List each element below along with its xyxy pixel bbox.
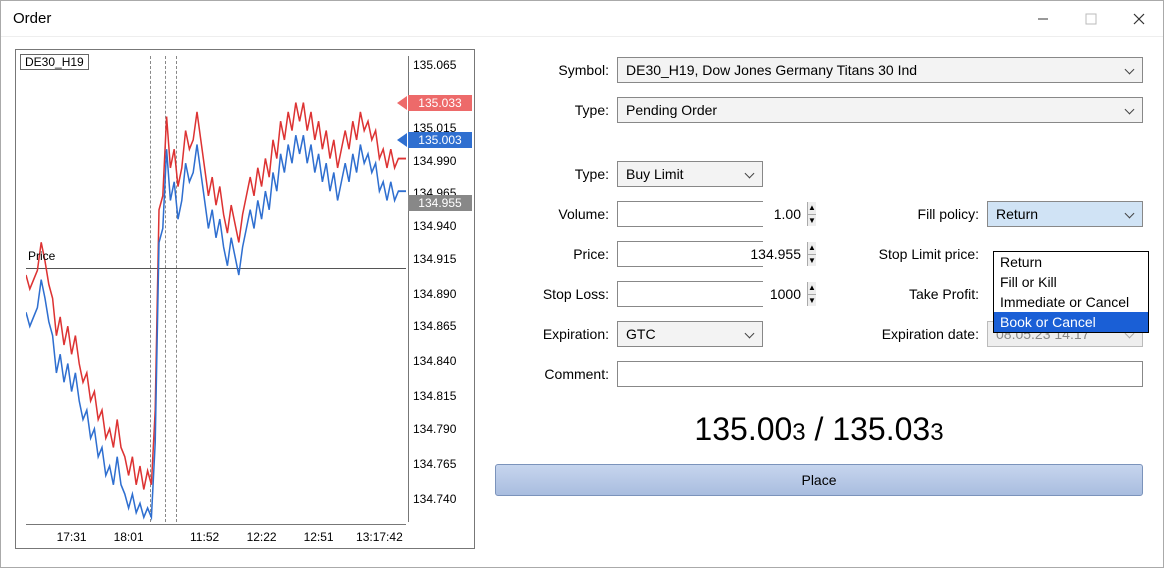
quote-display: 135.003 / 135.033 [495, 411, 1143, 448]
window-controls [1019, 1, 1163, 36]
maximize-icon [1085, 13, 1097, 25]
fillpolicy-combo[interactable]: Return [987, 201, 1143, 227]
chevron-down-icon [1124, 64, 1136, 76]
content: DE30_H19 Price 135.033 [1, 37, 1163, 567]
symbol-combo[interactable]: DE30_H19, Dow Jones Germany Titans 30 In… [617, 57, 1143, 83]
ask-marker-arrow [397, 96, 407, 110]
ordertype-value: Pending Order [626, 102, 717, 118]
plot-area[interactable]: Price 135.033 135.003 134.955 [26, 56, 406, 522]
fillpolicy-option-return[interactable]: Return [994, 252, 1148, 272]
subtype-combo[interactable]: Buy Limit [617, 161, 763, 187]
comment-input[interactable] [617, 361, 1143, 387]
stoploss-label: Stop Loss: [495, 286, 617, 302]
price-label: Price: [495, 246, 617, 262]
ytick: 134.990 [413, 154, 456, 168]
ytick: 134.890 [413, 287, 456, 301]
chart-series-label: DE30_H19 [20, 54, 89, 70]
ytick: 134.915 [413, 252, 456, 266]
volume-label: Volume: [495, 206, 617, 222]
expiration-combo[interactable]: GTC [617, 321, 763, 347]
bid-sub: 3 [792, 419, 805, 446]
axis-y: 135.065 135.015 134.990 134.965 134.940 … [408, 56, 474, 522]
chart-svg [26, 56, 406, 522]
order-window: Order DE30_H19 Price [0, 0, 1164, 568]
symbol-value: DE30_H19, Dow Jones Germany Titans 30 In… [626, 62, 917, 78]
bid-marker-arrow [397, 133, 407, 147]
ytick: 134.840 [413, 354, 456, 368]
ask-marker: 135.033 [408, 95, 472, 111]
titlebar: Order [1, 1, 1163, 37]
ytick: 134.865 [413, 319, 456, 333]
chevron-down-icon [744, 328, 756, 340]
xtick: 17:31 [57, 530, 87, 544]
chart-line-bid [26, 135, 406, 517]
xtick: 12:22 [247, 530, 277, 544]
price-input[interactable]: ▲ ▼ [617, 241, 763, 267]
fillpolicy-option-ioc[interactable]: Immediate or Cancel [994, 292, 1148, 312]
ytick: 134.740 [413, 492, 456, 506]
ask-sub: 3 [930, 419, 943, 446]
subtype-value: Buy Limit [626, 166, 684, 182]
expiration-label: Expiration: [495, 326, 617, 342]
minimize-button[interactable] [1019, 1, 1067, 36]
place-button[interactable]: Place [495, 464, 1143, 496]
window-title: Order [13, 10, 1019, 27]
comment-label: Comment: [495, 366, 617, 382]
bid-marker: 135.003 [408, 132, 472, 148]
fillpolicy-dropdown[interactable]: Return Fill or Kill Immediate or Cancel … [993, 251, 1149, 333]
chart-line-ask [26, 103, 406, 490]
close-icon [1133, 13, 1145, 25]
chart-panel: DE30_H19 Price 135.033 [15, 49, 475, 549]
expdate-label: Expiration date: [763, 326, 987, 342]
minimize-icon [1037, 13, 1049, 25]
fillpolicy-value: Return [996, 206, 1038, 222]
symbol-label: Symbol: [495, 62, 617, 78]
close-button[interactable] [1115, 1, 1163, 36]
ytick: 134.815 [413, 389, 456, 403]
ordertype-combo[interactable]: Pending Order [617, 97, 1143, 123]
chevron-down-icon [744, 168, 756, 180]
expiration-value: GTC [626, 326, 656, 342]
volume-input[interactable]: ▲ ▼ [617, 201, 763, 227]
fillpolicy-option-fok[interactable]: Fill or Kill [994, 272, 1148, 292]
fillpolicy-option-boc[interactable]: Book or Cancel [994, 312, 1148, 332]
price-hline-label: Price [28, 249, 55, 263]
form-panel: Symbol: DE30_H19, Dow Jones Germany Tita… [495, 49, 1149, 553]
xtick: 13:17:42 [356, 530, 403, 544]
chart-frame[interactable]: DE30_H19 Price 135.033 [15, 49, 475, 549]
chevron-down-icon [1124, 104, 1136, 116]
fillpolicy-label: Fill policy: [763, 206, 987, 222]
ytick: 134.790 [413, 422, 456, 436]
bid-main: 135.00 [694, 411, 792, 447]
ask-main: 135.03 [832, 411, 930, 447]
ordertype-label: Type: [495, 102, 617, 118]
ytick: 134.940 [413, 219, 456, 233]
xtick: 12:51 [304, 530, 334, 544]
maximize-button [1067, 1, 1115, 36]
takeprofit-label: Take Profit: [763, 286, 987, 302]
xtick: 18:01 [114, 530, 144, 544]
ytick: 134.765 [413, 457, 456, 471]
subtype-label: Type: [495, 166, 617, 182]
ytick: 135.065 [413, 58, 456, 72]
stoploss-input[interactable]: ▲ ▼ [617, 281, 763, 307]
chevron-down-icon [1124, 208, 1136, 220]
xtick: 11:52 [190, 530, 219, 544]
axis-x: 17:31 18:01 11:52 12:22 12:51 13:17:42 [26, 524, 406, 548]
price-marker: 134.955 [408, 195, 472, 211]
stoplimit-label: Stop Limit price: [763, 246, 987, 262]
